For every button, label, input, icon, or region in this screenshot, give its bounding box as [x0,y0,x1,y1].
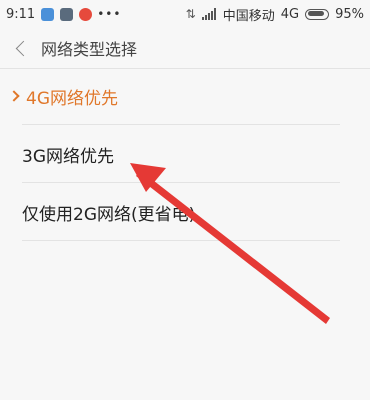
notification-app-icon [79,7,93,21]
option-label: 4G网络优先 [26,88,118,109]
battery-icon [305,8,330,20]
status-bar: 9:11 ••• ⇅ 中国移动 4G 95% [0,0,370,28]
option-3g-preferred[interactable]: 3G网络优先 [0,126,370,182]
status-right: ⇅ 中国移动 4G 95% [180,0,364,28]
carrier-name: 中国移动 [222,8,275,24]
option-label: 3G网络优先 [22,146,114,167]
notification-app-icon [41,7,55,21]
more-notifications-icon: ••• [97,7,122,21]
option-4g-preferred[interactable]: 4G网络优先 [0,68,370,124]
page-title: 网络类型选择 [41,40,138,59]
signal-icon [201,8,217,20]
data-transfer-icon: ⇅ [185,7,196,21]
battery-percent: 95% [335,6,364,22]
option-2g-only[interactable]: 仅使用2G网络(更省电) [0,184,370,240]
row-divider [22,240,340,241]
option-label: 仅使用2G网络(更省电) [22,204,196,225]
row-divider [22,124,340,125]
header: 网络类型选择 [0,28,370,68]
selected-chevron-icon [8,90,20,102]
row-divider [22,182,340,183]
network-type: 4G [280,6,300,22]
notification-app-icon [60,7,74,21]
status-time: 9:11 [6,6,36,22]
screen: 9:11 ••• ⇅ 中国移动 4G 95% 网络类型选择 4G网络优先 3G网… [0,0,370,400]
back-icon[interactable] [15,40,32,56]
